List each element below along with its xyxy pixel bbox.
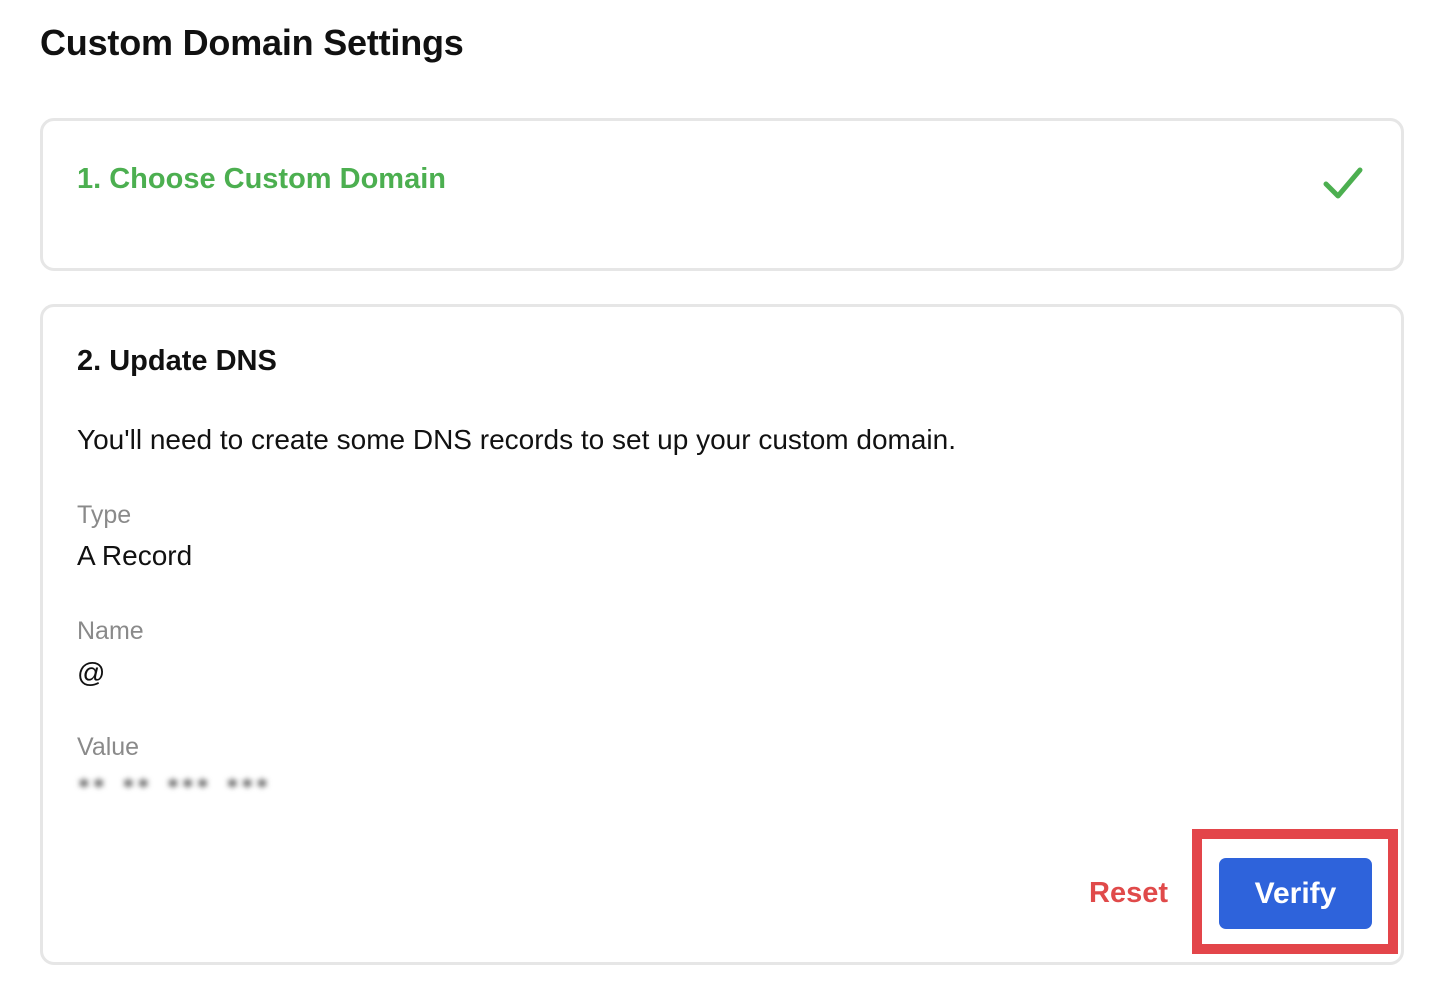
reset-button[interactable]: Reset: [1089, 877, 1168, 910]
dns-name-value: @: [77, 657, 106, 688]
page-title: Custom Domain Settings: [40, 22, 464, 63]
dns-value-label: Value: [77, 733, 140, 761]
step-1-title: 1. Choose Custom Domain: [77, 163, 446, 195]
verify-button[interactable]: Verify: [1219, 858, 1372, 929]
dns-type-label: Type: [77, 501, 132, 529]
dns-name-label: Name: [77, 617, 144, 645]
dns-instructions: You'll need to create some DNS records t…: [77, 424, 956, 455]
step-2-title: 2. Update DNS: [77, 345, 277, 377]
dns-value-redacted: ** ** *** ***: [77, 775, 271, 801]
step-choose-domain-card[interactable]: 1. Choose Custom Domain: [40, 118, 1404, 271]
check-icon: [1323, 167, 1363, 199]
dns-type-value: A Record: [77, 540, 193, 571]
